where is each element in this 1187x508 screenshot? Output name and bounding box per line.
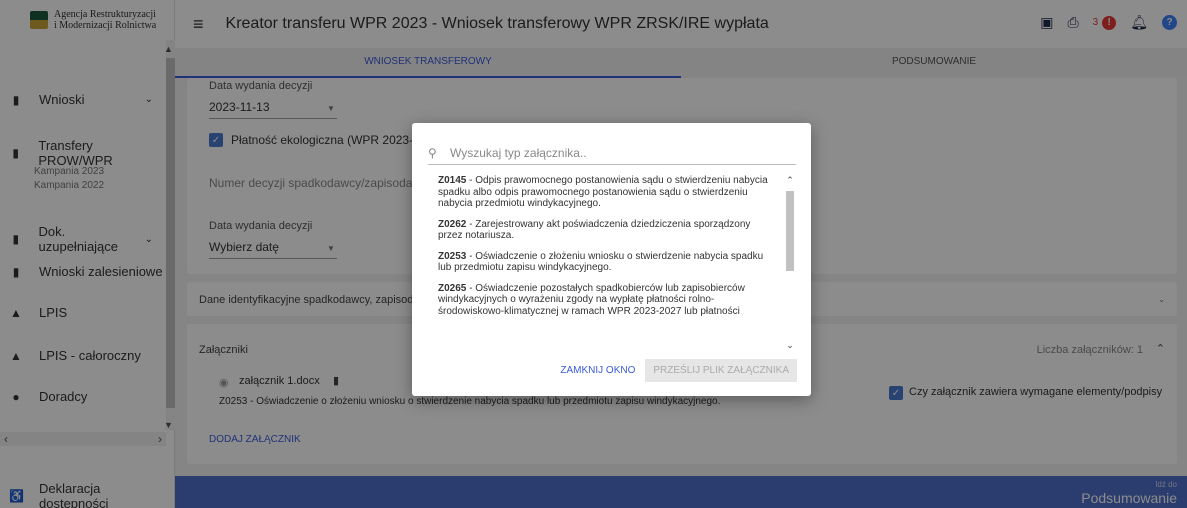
attachment-type-dialog: ⚲ Z0145 - Odpis prawomocnego postanowien…	[412, 123, 811, 396]
list-item[interactable]: Z0262 - Zarejestrowany akt poświadczenia…	[438, 219, 798, 242]
search-input[interactable]	[450, 145, 780, 160]
list-item[interactable]: Z0265 - Oświadczenie pozostałych spadkob…	[438, 283, 798, 318]
close-dialog-button[interactable]: ZAMKNIJ OKNO	[554, 360, 641, 381]
chevron-down-icon[interactable]: ⌄	[783, 340, 797, 351]
list-item[interactable]: Z0145 - Odpis prawomocnego postanowienia…	[438, 175, 798, 210]
send-attachment-button[interactable]: PRZEŚLIJ PLIK ZAŁĄCZNIKA	[645, 359, 797, 382]
attachment-type-list: Z0145 - Odpis prawomocnego postanowienia…	[438, 175, 798, 353]
list-scrollbar-thumb[interactable]	[786, 191, 794, 271]
chevron-up-icon[interactable]: ⌃	[783, 175, 797, 186]
search-row: ⚲	[428, 141, 796, 165]
list-item[interactable]: Z0253 - Oświadczenie o złożeniu wniosku …	[438, 251, 798, 274]
list-scrollbar[interactable]: ⌃ ⌄	[783, 175, 797, 351]
search-icon: ⚲	[428, 145, 437, 160]
